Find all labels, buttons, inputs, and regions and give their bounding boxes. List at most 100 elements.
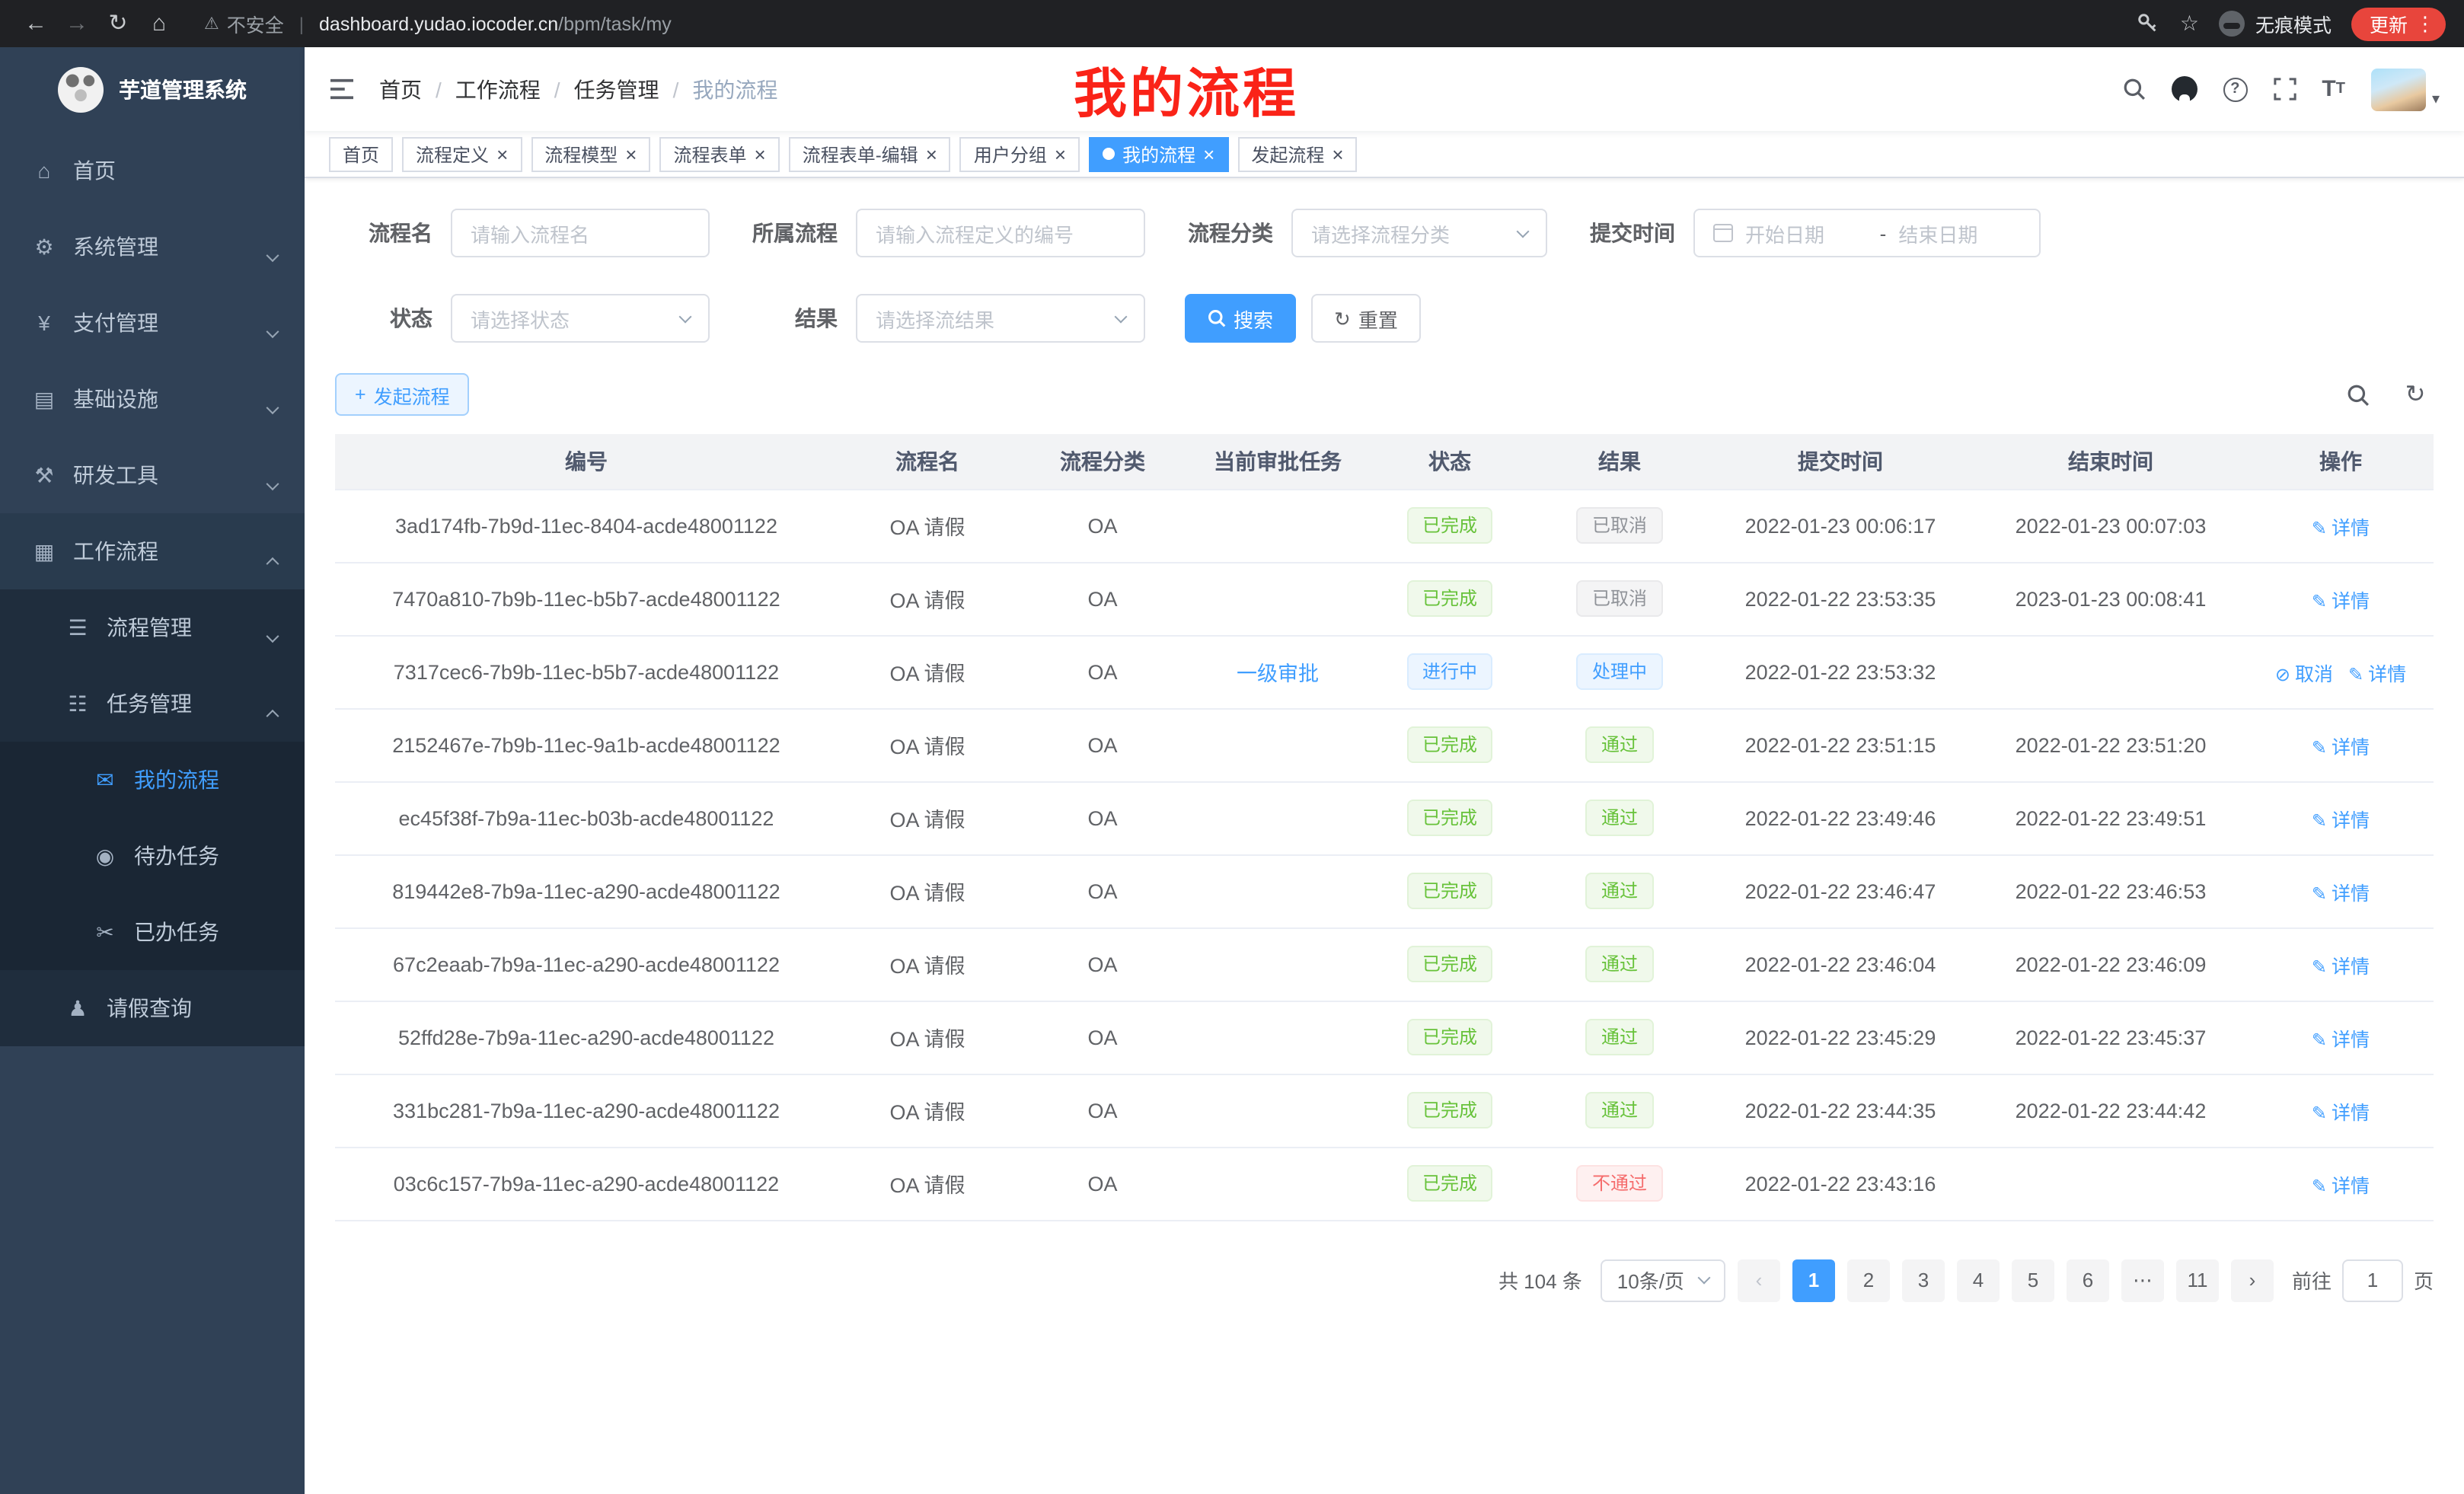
detail-action[interactable]: ✎详情 bbox=[2312, 736, 2370, 758]
process-definition-input[interactable]: 请输入流程定义的编号 bbox=[856, 209, 1145, 257]
user-menu[interactable]: ▾ bbox=[2371, 68, 2440, 110]
security-label: 不安全 bbox=[227, 9, 284, 38]
page-button-2[interactable]: 2 bbox=[1847, 1259, 1890, 1301]
next-page-button[interactable]: › bbox=[2231, 1259, 2274, 1301]
close-icon[interactable]: × bbox=[926, 144, 937, 164]
browser-home-icon[interactable]: ⌂ bbox=[139, 3, 180, 44]
breadcrumb-current: 我的流程 bbox=[692, 74, 777, 104]
browser-forward-icon[interactable]: → bbox=[56, 3, 97, 44]
font-size-icon[interactable]: TT bbox=[2322, 78, 2345, 101]
page-button-6[interactable]: 6 bbox=[2067, 1259, 2109, 1301]
current-task-link[interactable]: 一级审批 bbox=[1237, 662, 1319, 685]
close-icon[interactable]: × bbox=[1332, 144, 1343, 164]
sidebar-item-label: 流程管理 bbox=[107, 612, 192, 643]
browser-menu-kebab-icon[interactable]: ⋮ bbox=[2415, 11, 2435, 36]
sidebar-item-dev-tools[interactable]: ⚒研发工具 bbox=[0, 437, 305, 513]
sidebar-item-payment-mgmt[interactable]: ¥支付管理 bbox=[0, 285, 305, 361]
result-select[interactable]: 请选择流结果 bbox=[856, 294, 1145, 343]
tab-home[interactable]: 首页 bbox=[329, 136, 393, 171]
help-icon[interactable]: ? bbox=[2223, 77, 2247, 101]
sidebar-item-todo-tasks[interactable]: ◉待办任务 bbox=[0, 818, 305, 894]
bookmark-star-icon[interactable]: ☆ bbox=[2180, 11, 2199, 37]
detail-action[interactable]: ✎详情 bbox=[2312, 590, 2370, 611]
fullscreen-icon[interactable] bbox=[2273, 78, 2296, 101]
tasks-icon: ☷ bbox=[64, 691, 91, 717]
tab-process-form-edit[interactable]: 流程表单-编辑 × bbox=[789, 136, 951, 171]
github-icon[interactable] bbox=[2171, 76, 2197, 102]
browser-back-icon[interactable]: ← bbox=[15, 3, 56, 44]
sidebar-item-done-tasks[interactable]: ✂已办任务 bbox=[0, 894, 305, 970]
breadcrumb-home[interactable]: 首页 bbox=[379, 74, 422, 104]
cell-current-task bbox=[1188, 1147, 1368, 1220]
detail-action[interactable]: ✎详情 bbox=[2312, 956, 2370, 977]
close-icon[interactable]: × bbox=[496, 144, 508, 164]
browser-reload-icon[interactable]: ↻ bbox=[97, 3, 139, 44]
toggle-search-icon[interactable] bbox=[2339, 376, 2376, 413]
process-table: 编号流程名流程分类当前审批任务状态结果提交时间结束时间操作 3ad174fb-7… bbox=[335, 434, 2434, 1221]
close-icon[interactable]: × bbox=[755, 144, 766, 164]
cell-submit-time: 2022-01-22 23:49:46 bbox=[1707, 781, 1974, 854]
breadcrumb-workflow[interactable]: 工作流程 bbox=[455, 74, 541, 104]
submit-time-range-picker[interactable]: 开始日期 - 结束日期 bbox=[1693, 209, 2041, 257]
detail-action[interactable]: ✎详情 bbox=[2348, 663, 2406, 685]
detail-action[interactable]: ✎详情 bbox=[2312, 1175, 2370, 1196]
page-button-3[interactable]: 3 bbox=[1902, 1259, 1945, 1301]
detail-action[interactable]: ✎详情 bbox=[2312, 517, 2370, 538]
detail-action[interactable]: ✎详情 bbox=[2312, 1029, 2370, 1050]
tab-label: 发起流程 bbox=[1251, 141, 1324, 167]
browser-right-controls: ☆ 无痕模式 更新 ⋮ bbox=[2137, 7, 2449, 40]
detail-action[interactable]: ✎详情 bbox=[2312, 883, 2370, 904]
breadcrumb-task-management[interactable]: 任务管理 bbox=[574, 74, 659, 104]
page-button-11[interactable]: 11 bbox=[2176, 1259, 2219, 1301]
tab-label: 流程表单-编辑 bbox=[803, 141, 918, 167]
detail-action[interactable]: ✎详情 bbox=[2312, 809, 2370, 831]
process-category-select[interactable]: 请选择流程分类 bbox=[1291, 209, 1547, 257]
sidebar-item-process-mgmt[interactable]: ☰流程管理 bbox=[0, 589, 305, 666]
sidebar-item-label: 系统管理 bbox=[73, 231, 158, 262]
tab-process-definition[interactable]: 流程定义× bbox=[402, 136, 522, 171]
page-button-5[interactable]: 5 bbox=[2012, 1259, 2054, 1301]
avatar[interactable] bbox=[2371, 68, 2426, 110]
start-process-button[interactable]: + 发起流程 bbox=[335, 373, 470, 416]
sidebar-item-task-mgmt[interactable]: ☷任务管理 bbox=[0, 666, 305, 742]
close-icon[interactable]: × bbox=[1203, 144, 1214, 164]
close-icon[interactable]: × bbox=[625, 144, 637, 164]
status-tag: 已完成 bbox=[1407, 1092, 1492, 1128]
process-name-input[interactable]: 请输入流程名 bbox=[451, 209, 710, 257]
tab-my-process[interactable]: 我的流程× bbox=[1089, 136, 1228, 171]
address-bar[interactable]: ⚠ 不安全 | dashboard.yudao.iocoder.cn/bpm/t… bbox=[204, 9, 2137, 38]
column-header-0: 编号 bbox=[335, 434, 838, 489]
cell-actions: ✎详情 bbox=[2248, 489, 2434, 562]
search-icon[interactable] bbox=[2122, 78, 2145, 101]
sidebar-item-home[interactable]: ⌂首页 bbox=[0, 132, 305, 209]
sidebar-item-workflow[interactable]: ▦工作流程 bbox=[0, 513, 305, 589]
goto-page-input[interactable]: 1 bbox=[2342, 1259, 2403, 1301]
sidebar-item-my-process[interactable]: ✉我的流程 bbox=[0, 742, 305, 818]
tab-user-group[interactable]: 用户分组× bbox=[960, 136, 1080, 171]
sidebar-item-infrastructure[interactable]: ▤基础设施 bbox=[0, 361, 305, 437]
search-button[interactable]: 搜索 bbox=[1185, 294, 1296, 343]
tab-start-process[interactable]: 发起流程 × bbox=[1237, 136, 1357, 171]
cell-process-name: OA 请假 bbox=[838, 635, 1017, 708]
close-icon[interactable]: × bbox=[1055, 144, 1066, 164]
detail-action[interactable]: ✎详情 bbox=[2312, 1102, 2370, 1123]
sidebar-item-system-mgmt[interactable]: ⚙系统管理 bbox=[0, 209, 305, 285]
tab-process-form[interactable]: 流程表单× bbox=[659, 136, 779, 171]
chevron-up-icon bbox=[268, 704, 277, 728]
cancel-action[interactable]: ⊘取消 bbox=[2275, 663, 2333, 685]
key-icon[interactable] bbox=[2137, 12, 2160, 35]
prev-page-button[interactable]: ‹ bbox=[1738, 1259, 1780, 1301]
page-button-4[interactable]: 4 bbox=[1957, 1259, 2000, 1301]
reset-button[interactable]: ↻ 重置 bbox=[1311, 294, 1421, 343]
more-pages-icon[interactable]: ⋯ bbox=[2121, 1259, 2164, 1301]
hamburger-icon[interactable] bbox=[329, 78, 355, 101]
tab-process-model[interactable]: 流程模型× bbox=[531, 136, 650, 171]
refresh-icon: ↻ bbox=[1334, 308, 1351, 328]
edit-icon: ✎ bbox=[2312, 956, 2327, 977]
sidebar-item-leave-query[interactable]: ♟请假查询 bbox=[0, 970, 305, 1046]
page-button-1[interactable]: 1 bbox=[1792, 1259, 1835, 1301]
update-button[interactable]: 更新 ⋮ bbox=[2351, 7, 2446, 40]
page-size-select[interactable]: 10条/页 bbox=[1601, 1259, 1725, 1301]
refresh-table-icon[interactable]: ↻ bbox=[2397, 376, 2434, 413]
status-select[interactable]: 请选择状态 bbox=[451, 294, 710, 343]
